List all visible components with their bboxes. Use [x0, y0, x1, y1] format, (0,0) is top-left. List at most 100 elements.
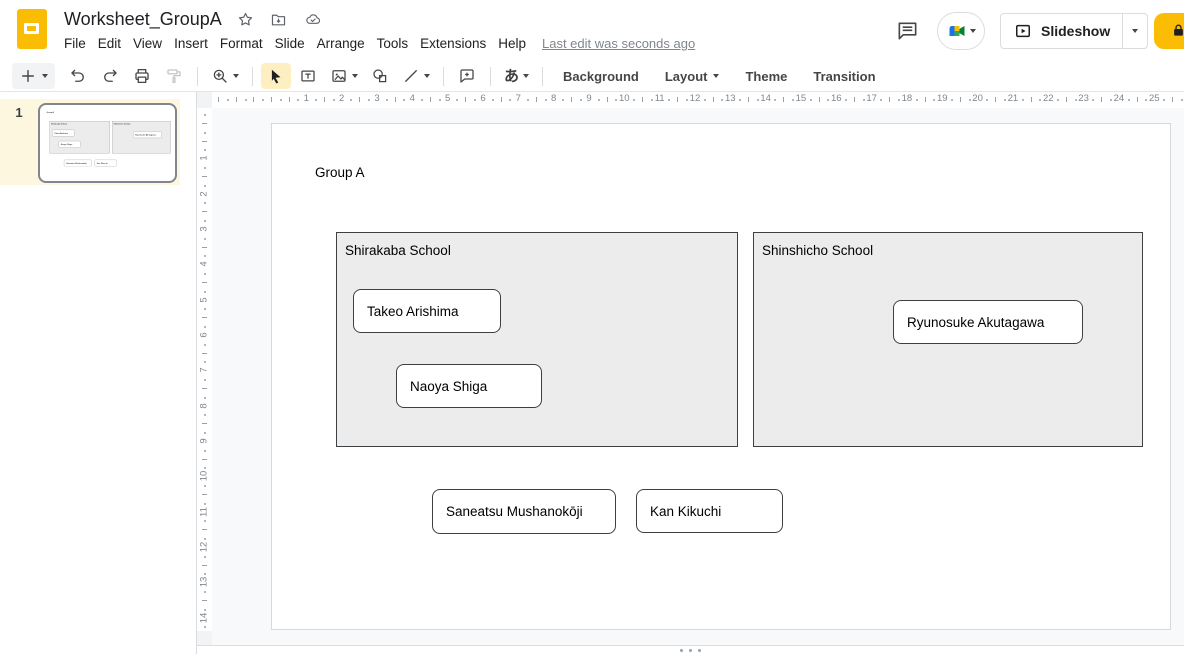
menu-tools[interactable]: Tools [371, 34, 415, 53]
name-box-kan-kikuchi[interactable]: Kan Kikuchi [636, 489, 783, 533]
insert-image-button[interactable] [325, 63, 363, 89]
ruler-tick: 8 [551, 94, 556, 104]
new-slide-button[interactable] [12, 63, 55, 89]
ruler-tick: 10 [200, 471, 210, 482]
ruler-tick [969, 99, 971, 101]
slide-page[interactable]: Group AShirakaba SchoolShinshicho School… [271, 123, 1171, 630]
ruler-tick [845, 99, 847, 101]
toolbar-layout-button[interactable]: Layout [654, 63, 731, 89]
ruler-tick [204, 538, 206, 540]
menu-view[interactable]: View [127, 34, 168, 53]
slide-text-group-a: Group A [46, 111, 53, 113]
ruler-tick: 16 [831, 94, 842, 104]
ruler-tick: 3 [374, 94, 379, 104]
ruler-tick: 25 [1149, 94, 1160, 104]
star-icon[interactable] [237, 11, 254, 28]
insert-shape-button[interactable] [365, 63, 395, 89]
insert-line-button[interactable] [397, 63, 435, 89]
ruler-tick [863, 99, 865, 101]
toolbar-separator [197, 67, 198, 86]
ruler-tick [916, 99, 918, 101]
menu-slide[interactable]: Slide [269, 34, 311, 53]
last-edit-link[interactable]: Last edit was seconds ago [542, 36, 695, 51]
name-box-label: Takeo Arishima [54, 132, 68, 134]
slide-thumbnail[interactable]: Group AShirakaba SchoolShinshicho School… [38, 103, 177, 183]
ruler-tick [1066, 97, 1067, 102]
menu-help[interactable]: Help [492, 34, 532, 53]
name-box-label: Kan Kikuchi [650, 504, 721, 519]
present-icon [1013, 21, 1033, 41]
ruler-tick [562, 99, 564, 101]
menu-extensions[interactable]: Extensions [414, 34, 492, 53]
ruler-tick [960, 97, 961, 102]
ruler-tick [880, 99, 882, 101]
ruler-tick [421, 99, 423, 101]
share-button[interactable]: Share [1154, 13, 1184, 49]
slideshow-options-button[interactable] [1122, 14, 1147, 48]
name-box-label: Naoya Shiga [410, 379, 487, 394]
ruler-tick: 2 [200, 188, 210, 199]
comments-icon[interactable] [894, 18, 920, 44]
ruler-tick: 3 [200, 223, 210, 234]
menu-edit[interactable]: Edit [92, 34, 127, 53]
name-box-saneatsu-mushanok-ji[interactable]: Saneatsu Mushanokōji [432, 489, 616, 534]
ruler-tick: 6 [200, 329, 210, 340]
ruler-tick [204, 626, 206, 628]
text-box-button[interactable] [293, 63, 323, 89]
toolbar-theme-button[interactable]: Theme [734, 63, 798, 89]
redo-button[interactable] [95, 63, 125, 89]
print-button[interactable] [127, 63, 157, 89]
name-box-takeo-arishima[interactable]: Takeo Arishima [353, 289, 501, 333]
toolbar-background-button[interactable]: Background [552, 63, 650, 89]
slideshow-button[interactable]: Slideshow [1001, 14, 1122, 48]
dropdown-caret-icon [424, 74, 430, 78]
input-tools-button[interactable]: あ [499, 63, 534, 89]
input-tools-icon: あ [504, 69, 519, 84]
notes-divider[interactable] [197, 645, 1184, 654]
ruler-tick: 21 [1008, 94, 1019, 104]
zoom-icon [211, 67, 229, 85]
select-tool-button[interactable] [261, 63, 291, 89]
undo-button[interactable] [63, 63, 93, 89]
ruler-tick: 7 [200, 365, 210, 376]
ruler-tick: 13 [725, 94, 736, 104]
ruler-tick: 5 [200, 294, 210, 305]
ruler-tick: 2 [339, 94, 344, 104]
menu-arrange[interactable]: Arrange [311, 34, 371, 53]
name-box-takeo-arishima: Takeo Arishima [52, 130, 74, 137]
ruler-tick [995, 97, 996, 102]
ruler-tick [204, 432, 206, 434]
vertical-ruler: 1234567891011121314 [197, 108, 212, 645]
document-title[interactable]: Worksheet_GroupA [64, 9, 222, 30]
toolbar-transition-button[interactable]: Transition [802, 63, 886, 89]
cloud-saved-icon[interactable] [303, 11, 323, 27]
slides-logo-icon[interactable] [17, 9, 47, 49]
paint-format-button[interactable] [159, 63, 189, 89]
thumbnail-content: Group AShirakaba SchoolShinshicho School… [40, 105, 175, 181]
zoom-button[interactable] [206, 63, 244, 89]
ruler-tick [403, 99, 405, 101]
container-shirakaba-school[interactable]: Shirakaba School [336, 232, 738, 447]
menu-format[interactable]: Format [214, 34, 269, 53]
ruler-tick [253, 97, 254, 102]
app-header: Worksheet_GroupA FileEditViewInsertForma… [0, 0, 1184, 61]
filmstrip-slide-1[interactable]: 1 Group AShirakaba SchoolShinshicho Scho… [0, 99, 180, 185]
lock-icon [1170, 22, 1184, 39]
menu-insert[interactable]: Insert [168, 34, 214, 53]
ruler-tick [1004, 99, 1006, 101]
slide-text-group-a[interactable]: Group A [315, 165, 365, 180]
image-icon [330, 67, 348, 85]
ruler-tick [204, 238, 206, 240]
meet-button[interactable] [937, 12, 985, 50]
ruler-tick [1128, 99, 1130, 101]
name-box-naoya-shiga[interactable]: Naoya Shiga [396, 364, 542, 408]
ruler-tick [456, 99, 458, 101]
ruler-tick: 22 [1043, 94, 1054, 104]
ruler-tick: 19 [937, 94, 948, 104]
menu-file[interactable]: File [58, 34, 92, 53]
slides-logo-glyph [24, 23, 39, 34]
move-folder-icon[interactable] [269, 11, 288, 28]
insert-comment-button[interactable] [452, 63, 482, 89]
name-box-ryunosuke-akutagawa[interactable]: Ryunosuke Akutagawa [893, 300, 1083, 344]
ruler-tick [202, 459, 207, 460]
